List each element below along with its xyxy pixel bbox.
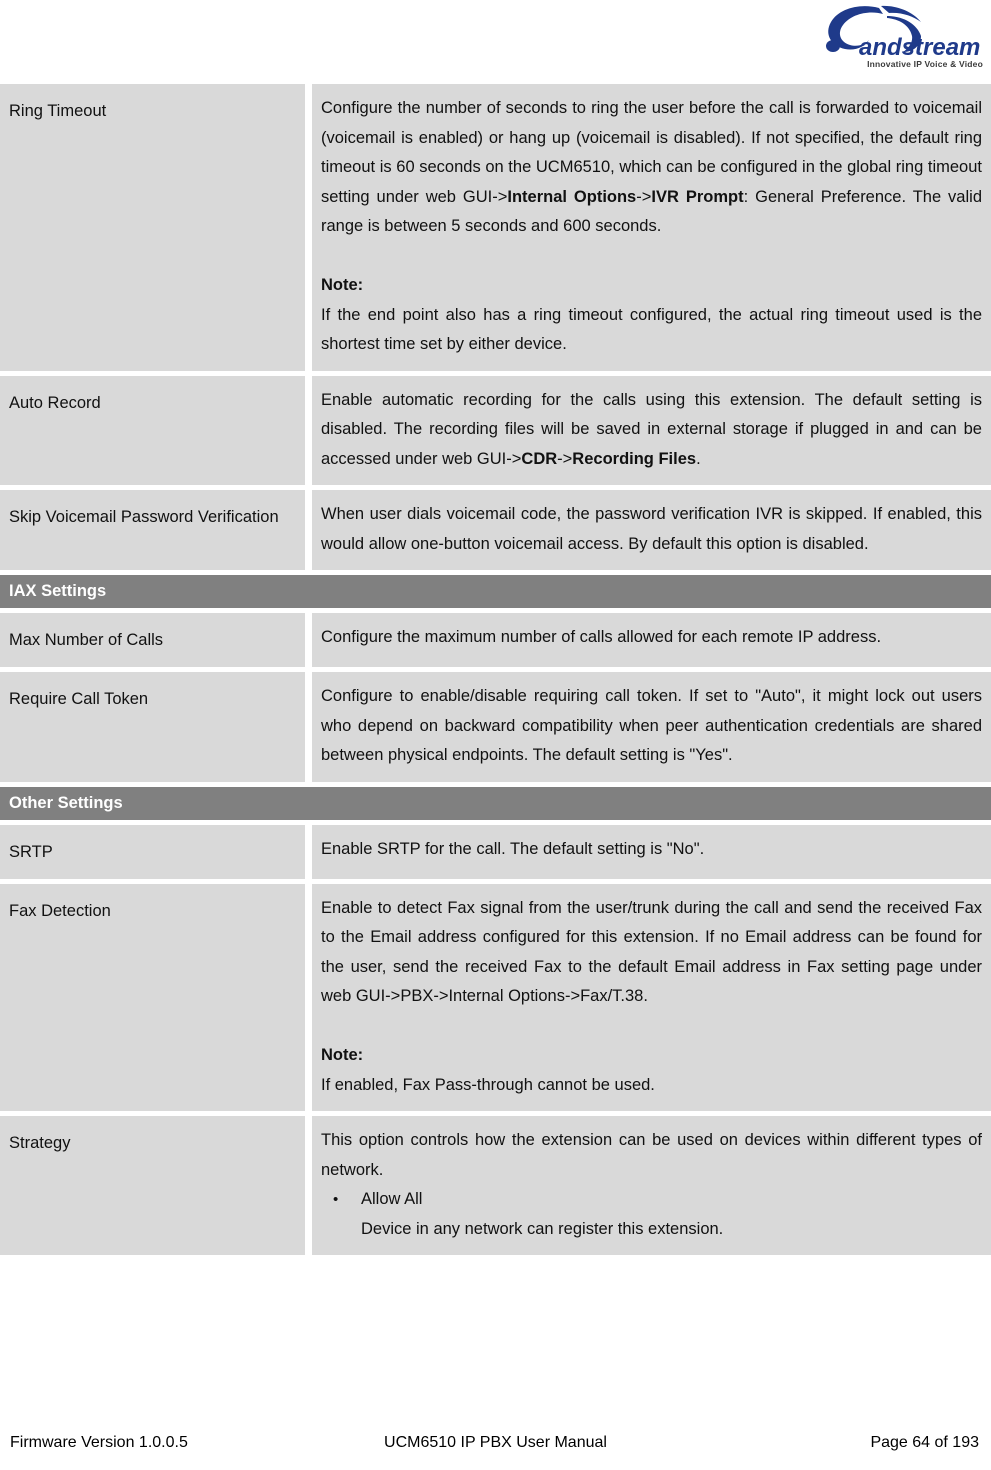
- table-row: Fax Detection Enable to detect Fax signal…: [0, 883, 991, 1111]
- section-header-other: Other Settings: [0, 786, 991, 820]
- description-paragraph: Note:: [321, 1046, 364, 1064]
- description-paragraph: Note:: [321, 276, 364, 294]
- description-paragraph: If enabled, Fax Pass-through cannot be u…: [321, 1075, 655, 1094]
- section-header-iax: IAX Settings: [0, 575, 991, 608]
- table-row: Auto Record Enable automatic recording fo…: [0, 375, 991, 485]
- setting-label-skip-voicemail-password-verification: Skip Voicemail Password Verification: [0, 490, 305, 570]
- table-row: SRTP Enable SRTP for the call. The defaul…: [0, 824, 991, 879]
- page-footer: Firmware Version 1.0.0.5 UCM6510 IP PBX …: [0, 1434, 991, 1452]
- description-paragraph: This option controls how the extension c…: [321, 1131, 982, 1179]
- footer-document-title: UCM6510 IP PBX User Manual: [384, 1434, 607, 1451]
- setting-label-auto-record: Auto Record: [0, 375, 305, 485]
- description-paragraph: Enable to detect Fax signal from the use…: [321, 898, 982, 1006]
- setting-label-max-number-of-calls: Max Number of Calls: [0, 613, 305, 667]
- page-header: andstream Innovative IP Voice & Video: [0, 0, 991, 84]
- setting-label-strategy: Strategy: [0, 1116, 305, 1255]
- table-row: Skip Voicemail Password Verification When…: [0, 490, 991, 570]
- logo-tagline: Innovative IP Voice & Video: [867, 59, 983, 69]
- bullet-dot-icon: •: [333, 1191, 339, 1208]
- bullet-item-label: Allow All: [361, 1190, 423, 1208]
- description-paragraph: Configure the maximum number of calls al…: [321, 628, 882, 646]
- bullet-sub-description: Device in any network can register this …: [361, 1219, 724, 1238]
- description-paragraph: Configure the number of seconds to ring …: [321, 99, 982, 235]
- footer-page-number: Page 64 of 193: [870, 1434, 979, 1451]
- setting-description-fax-detection: Enable to detect Fax signal from the use…: [312, 883, 991, 1111]
- setting-description-skip-voicemail-password-verification: When user dials voicemail code, the pass…: [312, 490, 991, 570]
- svg-text:andstream: andstream: [859, 34, 980, 61]
- setting-description-strategy: This option controls how the extension c…: [312, 1116, 991, 1255]
- setting-description-ring-timeout: Configure the number of seconds to ring …: [312, 84, 991, 371]
- setting-label-srtp: SRTP: [0, 824, 305, 879]
- setting-label-require-call-token: Require Call Token: [0, 672, 305, 782]
- setting-label-fax-detection: Fax Detection: [0, 883, 305, 1111]
- setting-description-require-call-token: Configure to enable/disable requiring ca…: [312, 672, 991, 782]
- table-row: Require Call Token Configure to enable/di…: [0, 672, 991, 782]
- footer-firmware-version: Firmware Version 1.0.0.5: [10, 1434, 188, 1451]
- description-paragraph: Enable automatic recording for the calls…: [321, 390, 982, 468]
- setting-label-ring-timeout: Ring Timeout: [0, 84, 305, 371]
- table-row: Strategy This option controls how the ext…: [0, 1116, 991, 1255]
- bullet-item: • Allow All: [321, 1185, 982, 1215]
- setting-description-max-number-of-calls: Configure the maximum number of calls al…: [312, 613, 991, 667]
- settings-table: Ring Timeout Configure the number of seco…: [0, 84, 991, 1255]
- description-paragraph: Enable SRTP for the call. The default se…: [321, 839, 705, 858]
- table-row: Ring Timeout Configure the number of seco…: [0, 84, 991, 371]
- setting-description-auto-record: Enable automatic recording for the calls…: [312, 375, 991, 485]
- setting-description-srtp: Enable SRTP for the call. The default se…: [312, 824, 991, 879]
- description-paragraph: If the end point also has a ring timeout…: [321, 305, 982, 354]
- description-paragraph: When user dials voicemail code, the pass…: [321, 505, 982, 553]
- table-row: Max Number of Calls Configure the maximum…: [0, 613, 991, 667]
- description-paragraph: Configure to enable/disable requiring ca…: [321, 687, 982, 764]
